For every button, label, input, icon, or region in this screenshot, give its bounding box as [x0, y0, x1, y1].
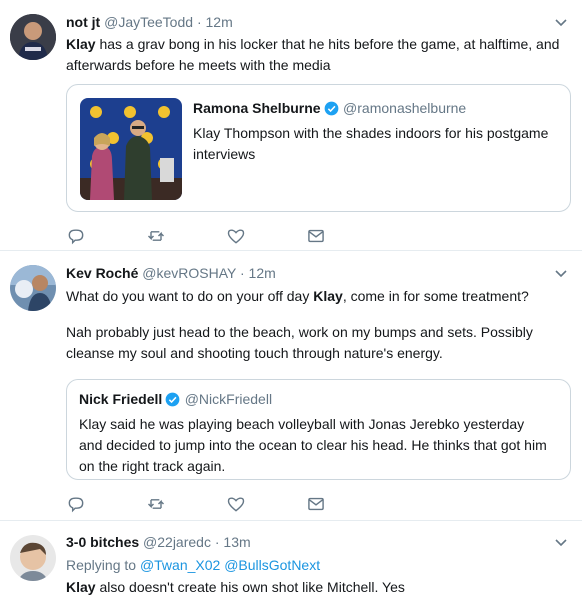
tweet-body: also doesn't create his own shot like Mi… — [95, 579, 405, 595]
media-image — [80, 98, 182, 200]
quoted-display-name[interactable]: Nick Friedell — [79, 391, 162, 407]
quoted-media[interactable] — [80, 98, 182, 200]
reply-mention[interactable]: @Twan_X02 — [140, 557, 220, 573]
verified-badge-icon — [165, 392, 180, 407]
separator-dot: · — [214, 534, 220, 550]
display-name[interactable]: Kev Roché — [66, 265, 138, 281]
separator-dot: · — [239, 265, 245, 281]
user-handle[interactable]: @kevROSHAY — [142, 265, 236, 281]
mention-keyword: Klay — [313, 288, 343, 304]
timestamp[interactable]: 13m — [223, 534, 250, 550]
retweet-icon[interactable] — [146, 494, 166, 514]
envelope-icon[interactable] — [306, 494, 326, 514]
tweet-text-part: What do you want to do on your off day — [66, 288, 314, 304]
envelope-icon[interactable] — [306, 226, 326, 246]
quoted-text: Klay said he was playing beach volleybal… — [79, 416, 547, 474]
tweet-text: What do you want to do on your off day K… — [66, 286, 566, 364]
quoted-tweet[interactable]: Nick Friedell @NickFriedell Klay said he… — [66, 379, 571, 480]
tweet-body: has a grav bong in his locker that he hi… — [66, 36, 560, 73]
tweet-actions — [66, 494, 366, 514]
tweet-header: 3-0 bitches @22jaredc · 13m — [66, 534, 251, 550]
mention-keyword: Klay — [66, 579, 96, 595]
retweet-icon[interactable] — [146, 226, 166, 246]
tweet-text: Klay also doesn't create his own shot li… — [66, 577, 566, 598]
chevron-down-icon[interactable] — [554, 538, 568, 548]
like-icon[interactable] — [226, 494, 246, 514]
avatar-image — [10, 14, 56, 60]
avatar-image — [10, 265, 56, 311]
user-handle[interactable]: @JayTeeTodd — [104, 14, 193, 30]
tweet-line-2: Nah probably just head to the beach, wor… — [66, 324, 533, 361]
mention-keyword: Klay — [66, 36, 96, 52]
verified-badge-icon — [324, 101, 338, 116]
quoted-handle[interactable]: @ramonashelburne — [343, 100, 466, 116]
tweet-2[interactable]: Kev Roché @kevROSHAY · 12m What do you w… — [0, 251, 582, 519]
timestamp[interactable]: 12m — [206, 14, 233, 30]
quoted-handle[interactable]: @NickFriedell — [185, 391, 272, 407]
avatar[interactable] — [10, 535, 56, 581]
reply-icon[interactable] — [66, 226, 86, 246]
avatar-image — [10, 535, 56, 581]
tweet-text: Klay has a grav bong in his locker that … — [66, 34, 566, 76]
tweet-actions — [66, 226, 366, 246]
replying-to-label: Replying to — [66, 557, 140, 573]
reply-mention[interactable]: @BullsGotNext — [224, 557, 320, 573]
timestamp[interactable]: 12m — [249, 265, 276, 281]
tweet-text-part: , come in for some treatment? — [342, 288, 529, 304]
quoted-display-name[interactable]: Ramona Shelburne — [193, 100, 321, 116]
like-icon[interactable] — [226, 226, 246, 246]
display-name[interactable]: not jt — [66, 14, 100, 30]
tweet-header: not jt @JayTeeTodd · 12m — [66, 14, 233, 30]
reply-icon[interactable] — [66, 494, 86, 514]
quoted-header: Nick Friedell @NickFriedell — [79, 391, 272, 409]
tweet-header: Kev Roché @kevROSHAY · 12m — [66, 265, 276, 281]
tweet-line-1: What do you want to do on your off day K… — [66, 286, 566, 307]
quoted-header: Ramona Shelburne @ramonashelburne — [193, 100, 466, 118]
quoted-text: Klay Thompson with the shades indoors fo… — [193, 125, 549, 162]
user-handle[interactable]: @22jaredc — [143, 534, 211, 550]
chevron-down-icon[interactable] — [554, 18, 568, 28]
avatar[interactable] — [10, 14, 56, 60]
quoted-tweet[interactable]: Ramona Shelburne @ramonashelburne Klay T… — [66, 84, 571, 212]
reply-context: Replying to @Twan_X02 @BullsGotNext — [66, 555, 566, 576]
display-name[interactable]: 3-0 bitches — [66, 534, 139, 550]
tweet-3[interactable]: 3-0 bitches @22jaredc · 13m Replying to … — [0, 521, 582, 597]
tweet-1[interactable]: not jt @JayTeeTodd · 12m Klay has a grav… — [0, 0, 582, 250]
separator-dot: · — [196, 14, 202, 30]
chevron-down-icon[interactable] — [554, 269, 568, 279]
avatar[interactable] — [10, 265, 56, 311]
